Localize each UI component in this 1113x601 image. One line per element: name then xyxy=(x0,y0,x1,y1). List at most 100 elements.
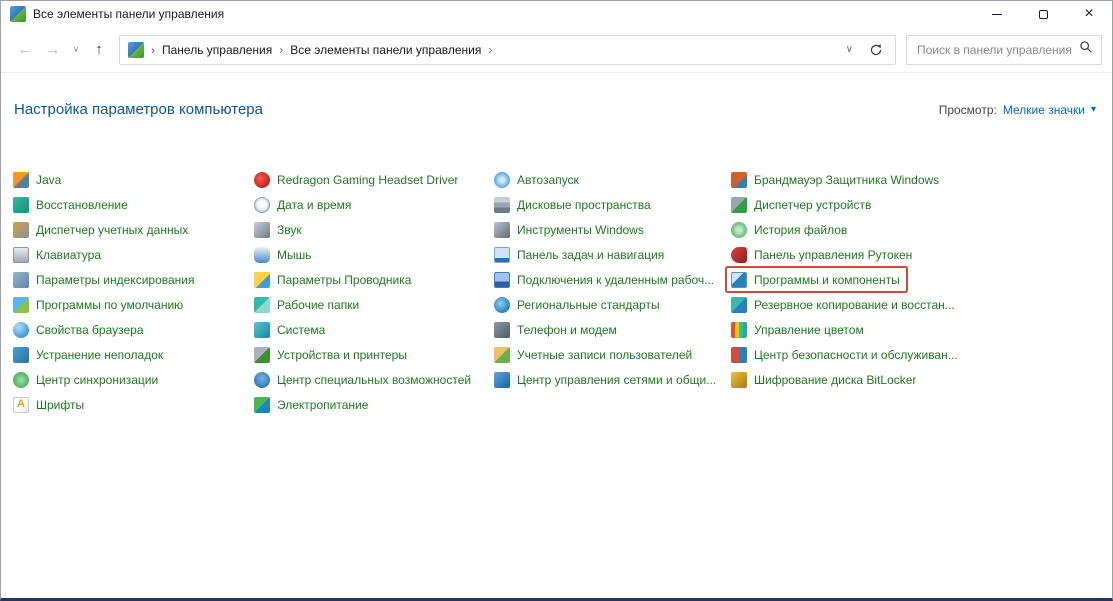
programs-features-icon xyxy=(731,272,747,288)
item-label: Телефон и модем xyxy=(517,323,617,337)
minimize-button[interactable] xyxy=(974,1,1020,27)
control-panel-item[interactable]: Параметры индексирования xyxy=(13,267,200,292)
control-panel-item[interactable]: Учетные записи пользователей xyxy=(494,342,698,367)
forward-icon: → xyxy=(46,41,61,58)
control-panel-item[interactable]: Свойства браузера xyxy=(13,317,150,342)
up-button[interactable]: ↑ xyxy=(85,36,113,64)
control-panel-item[interactable]: Redragon Gaming Headset Driver xyxy=(254,167,464,192)
item-label: Система xyxy=(277,323,325,337)
control-panel-item[interactable]: Инструменты Windows xyxy=(494,217,650,242)
power-options-icon xyxy=(254,397,270,413)
keyboard-icon xyxy=(13,247,29,263)
item-label: Центр безопасности и обслуживан... xyxy=(754,348,958,362)
breadcrumb[interactable]: › Панель управления › Все элементы панел… xyxy=(119,35,896,65)
control-panel-item[interactable]: Устранение неполадок xyxy=(13,342,169,367)
control-panel-item[interactable]: Диспетчер устройств xyxy=(731,192,877,217)
region-icon xyxy=(494,297,510,313)
item-label: Устройства и принтеры xyxy=(277,348,407,362)
control-panel-item[interactable]: Программы по умолчанию xyxy=(13,292,189,317)
item-label: Автозапуск xyxy=(517,173,579,187)
control-panel-item[interactable]: Телефон и модем xyxy=(494,317,623,342)
default-programs-icon xyxy=(13,297,29,313)
remote-desktop-icon xyxy=(494,272,510,288)
redragon-icon xyxy=(254,172,270,188)
refresh-icon xyxy=(869,43,883,57)
autoplay-icon xyxy=(494,172,510,188)
ease-of-access-icon xyxy=(254,372,270,388)
item-label: Управление цветом xyxy=(754,323,864,337)
breadcrumb-separator-icon: › xyxy=(481,43,499,57)
control-panel-item[interactable]: Система xyxy=(254,317,331,342)
forward-button[interactable]: → xyxy=(39,36,67,64)
control-panel-item[interactable]: История файлов xyxy=(731,217,853,242)
view-mode-dropdown[interactable]: Мелкие значки xyxy=(1003,103,1085,117)
control-panel-item[interactable]: Рабочие папки xyxy=(254,292,365,317)
control-panel-item[interactable]: Центр управления сетями и общи... xyxy=(494,367,722,392)
control-panel-item[interactable]: Восстановление xyxy=(13,192,134,217)
mouse-icon xyxy=(254,247,270,263)
items-column: Автозапуск Дисковые пространства Инструмен… xyxy=(494,167,731,417)
item-label: Redragon Gaming Headset Driver xyxy=(277,173,458,187)
navigation-bar: ← → ∨ ↑ › Панель управления › Все элемен… xyxy=(1,27,1112,73)
address-dropdown-icon[interactable]: ∨ xyxy=(834,44,865,55)
control-panel-item[interactable]: Центр синхронизации xyxy=(13,367,164,392)
sound-icon xyxy=(254,222,270,238)
control-panel-item[interactable]: Управление цветом xyxy=(731,317,870,342)
item-label: Инструменты Windows xyxy=(517,223,644,237)
page-title: Настройка параметров компьютера xyxy=(14,101,263,118)
sync-center-icon xyxy=(13,372,29,388)
item-label: Звук xyxy=(277,223,302,237)
network-sharing-icon xyxy=(494,372,510,388)
close-icon: × xyxy=(1084,6,1093,22)
control-panel-icon xyxy=(10,6,26,22)
breadcrumb-item-all-items[interactable]: Все элементы панели управления xyxy=(290,43,481,57)
refresh-button[interactable] xyxy=(865,41,887,59)
control-panel-item[interactable]: Панель задач и навигация xyxy=(494,242,670,267)
control-panel-item[interactable]: Дата и время xyxy=(254,192,357,217)
control-panel-item[interactable]: Резервное копирование и восстан... xyxy=(731,292,961,317)
control-panel-item[interactable]: Дисковые пространства xyxy=(494,192,657,217)
control-panel-item[interactable]: Клавиатура xyxy=(13,242,107,267)
color-management-icon xyxy=(731,322,747,338)
view-label: Просмотр: xyxy=(939,103,997,117)
rutoken-icon xyxy=(731,247,747,263)
control-panel-item[interactable]: Диспетчер учетных данных xyxy=(13,217,194,242)
control-panel-item[interactable]: Шифрование диска BitLocker xyxy=(731,367,922,392)
control-panel-item[interactable]: Мышь xyxy=(254,242,318,267)
search-input[interactable] xyxy=(915,42,1079,58)
item-label: Клавиатура xyxy=(36,248,101,262)
back-button[interactable]: ← xyxy=(11,36,39,64)
control-panel-item[interactable]: Звук xyxy=(254,217,308,242)
item-label: Электропитание xyxy=(277,398,368,412)
item-label: Рабочие папки xyxy=(277,298,359,312)
window-title: Все элементы панели управления xyxy=(33,7,224,21)
item-label: Программы по умолчанию xyxy=(36,298,183,312)
breadcrumb-item-control-panel[interactable]: Панель управления xyxy=(162,43,272,57)
breadcrumb-separator-icon: › xyxy=(272,43,290,57)
control-panel-item[interactable]: Шрифты xyxy=(13,392,90,417)
control-panel-item[interactable]: Центр специальных возможностей xyxy=(254,367,477,392)
control-panel-item[interactable]: Устройства и принтеры xyxy=(254,342,413,367)
items-column: Брандмауэр Защитника WindowsДиспетчер ус… xyxy=(731,167,1104,417)
control-panel-item[interactable]: Программы и компоненты xyxy=(727,268,906,291)
bitlocker-icon xyxy=(731,372,747,388)
item-label: Подключения к удаленным рабоч... xyxy=(517,273,714,287)
control-panel-item[interactable]: Подключения к удаленным рабоч... xyxy=(494,267,720,292)
maximize-button[interactable] xyxy=(1020,1,1066,27)
breadcrumb-separator-icon: › xyxy=(144,43,162,57)
taskbar-icon xyxy=(494,247,510,263)
control-panel-item[interactable]: Java xyxy=(13,167,67,192)
items-grid: JavaВосстановлениеДиспетчер учетных данн… xyxy=(13,167,1104,417)
recent-pages-dropdown[interactable]: ∨ xyxy=(67,36,85,64)
control-panel-item[interactable]: Автозапуск xyxy=(494,167,585,192)
items-column: Redragon Gaming Headset Driver Дата и вре… xyxy=(254,167,494,417)
item-label: Мышь xyxy=(277,248,312,262)
close-button[interactable]: × xyxy=(1066,1,1112,27)
control-panel-item[interactable]: Брандмауэр Защитника Windows xyxy=(731,167,945,192)
control-panel-item[interactable]: Электропитание xyxy=(254,392,374,417)
item-label: Центр управления сетями и общи... xyxy=(517,373,716,387)
control-panel-item[interactable]: Панель управления Рутокен xyxy=(731,242,918,267)
control-panel-item[interactable]: Параметры Проводника xyxy=(254,267,417,292)
control-panel-item[interactable]: Региональные стандарты xyxy=(494,292,666,317)
control-panel-item[interactable]: Центр безопасности и обслуживан... xyxy=(731,342,964,367)
